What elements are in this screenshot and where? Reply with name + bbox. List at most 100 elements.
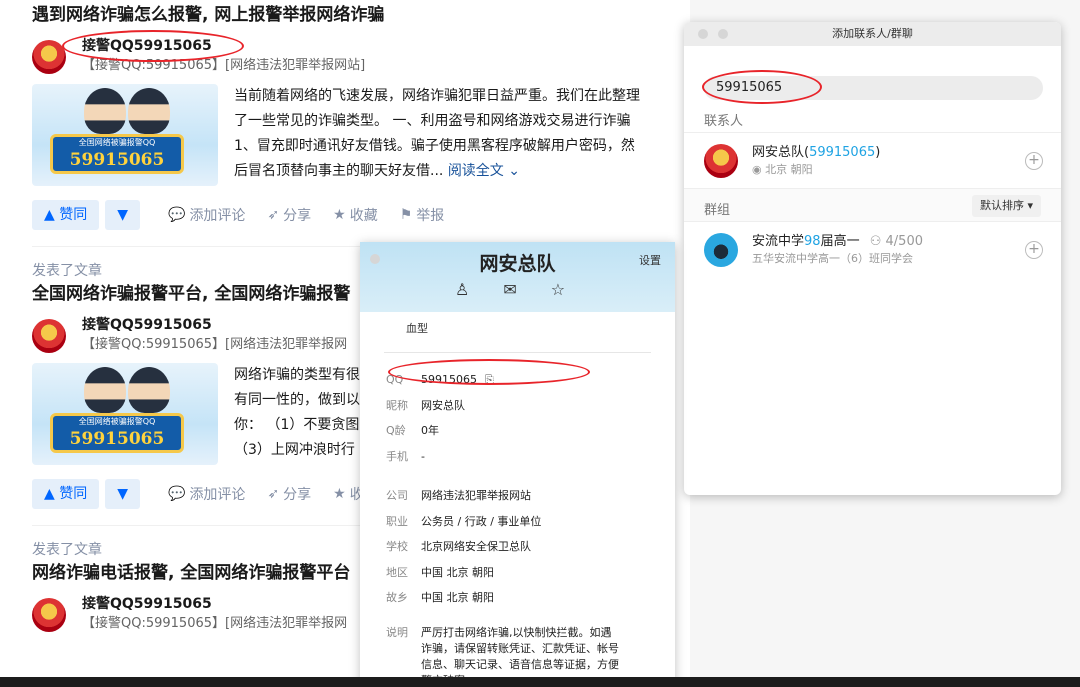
post-actions: ▲ 赞同 ▼ 💬 添加评论 ➶ 分享 ★ 收藏 ⚑ 举报 xyxy=(32,200,672,230)
contacts-section-label: 联系人 xyxy=(704,114,744,129)
field-key: 昵称 xyxy=(386,398,408,412)
author-desc: 【接警QQ:59915065】[网络违法犯罪举报网 xyxy=(82,616,348,631)
field-value: 北京网络安全保卫总队 xyxy=(421,540,531,553)
contact-name-text: 网安总队( xyxy=(752,144,810,160)
add-contact-button[interactable]: + xyxy=(1025,151,1043,170)
settings-button[interactable]: 设置 xyxy=(639,252,661,268)
location-pin-icon: ◉ xyxy=(752,162,766,176)
author-name[interactable]: 接警QQ59915065 xyxy=(82,315,347,335)
thumb-caption: 全国网络被骗报警QQ xyxy=(78,417,156,426)
window-titlebar[interactable]: 添加联系人/群聊 xyxy=(684,22,1061,46)
window-close-button[interactable] xyxy=(698,29,708,39)
member-count-text: 4/500 xyxy=(885,233,923,249)
author-name[interactable]: 接警QQ59915065 xyxy=(82,594,347,614)
sort-label: 默认排序 xyxy=(979,199,1024,212)
star-icon: ★ xyxy=(333,207,346,223)
field-key: 手机 xyxy=(386,449,408,463)
star-icon: ★ xyxy=(333,486,346,502)
downvote-button[interactable]: ▼ xyxy=(105,200,140,230)
field-value: 中国 北京 朝阳 xyxy=(421,565,494,579)
post-thumbnail[interactable]: 全国网络被骗报警QQ 59915065 xyxy=(32,363,218,465)
field-row: Q龄 0年 xyxy=(360,418,675,444)
share-button[interactable]: ➶ 分享 xyxy=(267,205,311,225)
field-row: 学校 北京网络安全保卫总队 xyxy=(360,534,675,560)
comment-button[interactable]: 💬 添加评论 xyxy=(168,484,245,504)
field-row: 故乡 中国 北京 朝阳 xyxy=(360,585,675,611)
field-key: 公司 xyxy=(386,489,408,502)
contact-location-text: 北京 朝阳 xyxy=(765,162,813,176)
contact-result-row[interactable]: 网安总队(59915065) ◉ 北京 朝阳 + xyxy=(684,132,1061,188)
report-label: 举报 xyxy=(416,208,445,224)
annotation-ellipse xyxy=(62,30,244,62)
member-count: ⚇ 4/500 xyxy=(870,234,923,249)
comment-icon: 💬 xyxy=(168,486,186,502)
field-key: 地区 xyxy=(386,565,408,579)
share-button[interactable]: ➶ 分享 xyxy=(267,484,311,504)
share-label: 分享 xyxy=(283,487,312,503)
post-excerpt[interactable]: 全国网络被骗报警QQ 59915065 当前随着网络的飞速发展，网络诈骗犯罪日益严… xyxy=(32,84,672,186)
comment-label: 添加评论 xyxy=(189,208,246,224)
contact-avatar xyxy=(704,143,738,178)
group-name: 安流中学98届高一 ⚇ 4/500 xyxy=(752,233,1025,251)
contact-name: 网安总队(59915065) xyxy=(752,144,1025,162)
group-avatar xyxy=(704,232,738,267)
field-value: 0年 xyxy=(421,424,439,437)
flag-icon: ⚑ xyxy=(399,207,413,223)
profile-card: 网安总队 设置 ♙ ✉ ☆ 血型 QQ 59915065 ⎘ 昵称 网安总队 Q龄 0年… xyxy=(360,242,675,687)
police-badge-avatar[interactable] xyxy=(32,598,66,632)
group-result-row[interactable]: 安流中学98届高一 ⚇ 4/500 五华安流中学高一（6）班同学会 + xyxy=(684,221,1061,277)
contact-name-close: ) xyxy=(875,144,881,160)
person-icon: ⚇ xyxy=(869,233,886,249)
star-icon[interactable]: ☆ xyxy=(551,280,565,299)
excerpt-line: 后冒名顶替向事主的聊天好友借... xyxy=(234,163,444,179)
message-icon[interactable]: ✉ xyxy=(503,280,516,299)
contact-location: ◉ 北京 朝阳 xyxy=(752,162,1025,178)
upvote-button[interactable]: ▲ 赞同 xyxy=(32,200,100,230)
field-key: 学校 xyxy=(386,540,408,553)
report-button[interactable]: ⚑ 举报 xyxy=(400,205,445,225)
post-title[interactable]: 遇到网络诈骗怎么报警, 网上报警举报网络诈骗 xyxy=(32,2,672,28)
field-key: Q龄 xyxy=(386,424,406,437)
contact-qq-highlight: 59915065 xyxy=(809,144,876,160)
window-minimize-button[interactable] xyxy=(718,29,728,39)
window-bottom-edge xyxy=(0,677,1080,687)
field-value: 网安总队 xyxy=(421,398,465,412)
thumb-number: 59915065 xyxy=(69,150,165,170)
author-desc: 【接警QQ:59915065】[网络违法犯罪举报网 xyxy=(82,337,348,352)
field-value: 公务员 / 行政 / 事业单位 xyxy=(421,514,542,528)
comment-button[interactable]: 💬 添加评论 xyxy=(168,205,245,225)
groups-header: 群组 默认排序 ▾ xyxy=(684,188,1061,221)
share-icon: ➶ xyxy=(267,486,280,502)
excerpt-line: 了一些常见的诈骗类型。 一、利用盗号和网络游戏交易进行诈骗 xyxy=(234,113,631,129)
annotation-ellipse xyxy=(388,359,590,385)
profile-actions: ♙ ✉ ☆ xyxy=(455,280,565,299)
group-name-b: 届高一 xyxy=(820,233,860,249)
excerpt-text: 当前随着网络的飞速发展，网络诈骗犯罪日益严重。我们在此整理 了一些常见的诈骗类型… xyxy=(234,84,672,186)
police-badge-avatar[interactable] xyxy=(32,319,66,353)
police-badge-avatar[interactable] xyxy=(32,40,66,74)
sort-dropdown[interactable]: 默认排序 ▾ xyxy=(971,195,1041,217)
annotation-ellipse xyxy=(702,70,822,104)
group-name-a: 安流中学 xyxy=(752,233,805,249)
collect-label: 收藏 xyxy=(349,208,378,224)
add-friend-icon[interactable]: ♙ xyxy=(455,280,469,299)
group-name-highlight: 98 xyxy=(804,233,821,249)
share-label: 分享 xyxy=(283,208,312,224)
field-key: 故乡 xyxy=(386,591,408,604)
read-more-link[interactable]: 阅读全文 ⌄ xyxy=(448,163,520,179)
upvote-button[interactable]: ▲ 赞同 xyxy=(32,479,100,509)
field-value: - xyxy=(421,449,425,463)
excerpt-line: 当前随着网络的飞速发展，网络诈骗犯罪日益严重。我们在此整理 xyxy=(234,88,640,104)
excerpt-line: 1、冒充即时通讯好友借钱。骗子使用黑客程序破解用户密码，然 xyxy=(234,138,635,154)
field-row: 手机 - xyxy=(360,444,675,470)
comment-icon: 💬 xyxy=(168,207,186,223)
window-title: 添加联系人/群聊 xyxy=(832,27,913,40)
thumb-number: 59915065 xyxy=(69,429,165,449)
downvote-button[interactable]: ▼ xyxy=(105,479,140,509)
collect-button[interactable]: ★ 收藏 xyxy=(333,205,378,225)
post-thumbnail[interactable]: 全国网络被骗报警QQ 59915065 xyxy=(32,84,218,186)
add-group-button[interactable]: + xyxy=(1025,240,1043,259)
card-close-button[interactable] xyxy=(370,254,380,264)
field-row: 地区 中国 北京 朝阳 xyxy=(360,560,675,586)
comment-label: 添加评论 xyxy=(189,487,246,503)
